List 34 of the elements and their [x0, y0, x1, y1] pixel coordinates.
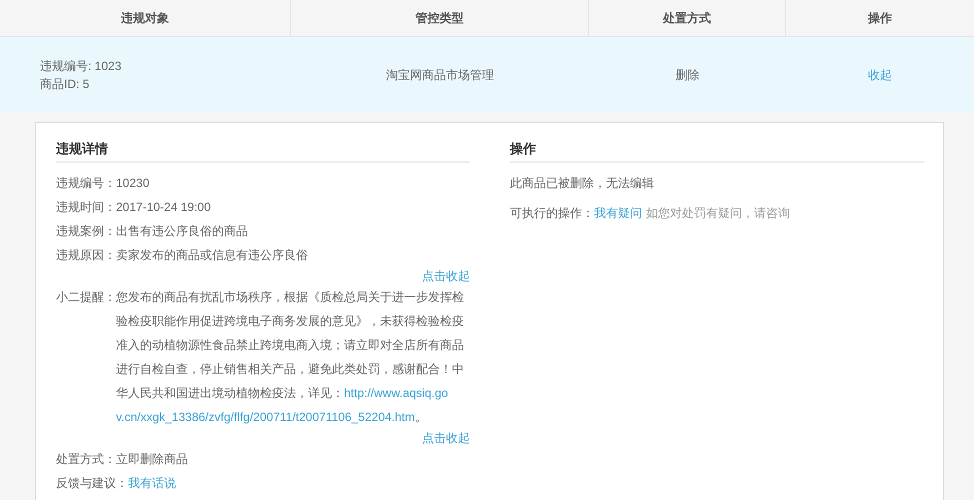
- table-row[interactable]: 违规编号: 1023 商品ID: 5 淘宝网商品市场管理 删除 收起: [0, 37, 974, 112]
- table-cell-text: 商品ID: 5: [40, 76, 90, 92]
- field-label: 违规编号：: [56, 174, 116, 192]
- section-title: 操作: [510, 141, 536, 156]
- column-header: 操作: [868, 10, 892, 27]
- column-header: 处置方式: [663, 10, 711, 27]
- url-link[interactable]: v.cn/xxgk_13386/zvfg/flfg/200711/t20071106_52204.htm: [116, 410, 415, 424]
- field-value: 立即删除商品: [116, 450, 188, 468]
- field-value: 10230: [116, 174, 150, 192]
- field-value: 2017-10-24 19:00: [116, 198, 211, 216]
- field-value: 卖家发布的商品或信息有违公序良俗: [116, 246, 308, 264]
- collapse-link[interactable]: 点击收起: [422, 266, 470, 284]
- field-label: 处置方式：: [56, 450, 116, 468]
- field-label: 反馈与建议：: [56, 474, 128, 492]
- section-title: 违规详情: [56, 141, 108, 156]
- field-label: 可执行的操作：: [510, 204, 594, 222]
- url-link[interactable]: http://www.aqsiq.go: [344, 386, 448, 400]
- table-cell-text: 删除: [676, 66, 700, 84]
- note-text: 您发布的商品有扰乱市场秩序，根据《质检总局关于进一步发挥检验检疫职能作用促进跨境电子商务发展的意见》，未获得检验检疫准入的动植物源性食品禁止跨境电商入境；请立即对全店所有商品进行自检自查，停止销售相关产品，避免此类处罚，感谢配合！中华人民共和国进出境动植物检疫法，详见：http://www.aqsiq.go v.cn/xxgk_13386/zvfg/flfg/200711/t20071106_52204.htm。: [116, 288, 465, 426]
- field-label: 小二提醒：: [56, 288, 116, 306]
- field-label: 违规案例：: [56, 222, 116, 240]
- collapse-link[interactable]: 收起: [868, 66, 892, 84]
- field-label: 违规原因：: [56, 246, 116, 264]
- hint-text: 如您对处罚有疑问，请咨询: [646, 204, 790, 222]
- status-text: 此商品已被删除，无法编辑: [510, 174, 654, 192]
- column-header: 管控类型: [416, 10, 464, 27]
- table-cell-text: 违规编号: 1023: [40, 58, 122, 74]
- collapse-link[interactable]: 点击收起: [422, 428, 470, 446]
- feedback-link[interactable]: 我有话说: [128, 474, 176, 492]
- field-label: 违规时间：: [56, 198, 116, 216]
- field-value: 出售有违公序良俗的商品: [116, 222, 248, 240]
- column-header: 违规对象: [121, 10, 169, 27]
- question-link[interactable]: 我有疑问: [594, 204, 642, 222]
- table-cell-text: 淘宝网商品市场管理: [386, 66, 494, 84]
